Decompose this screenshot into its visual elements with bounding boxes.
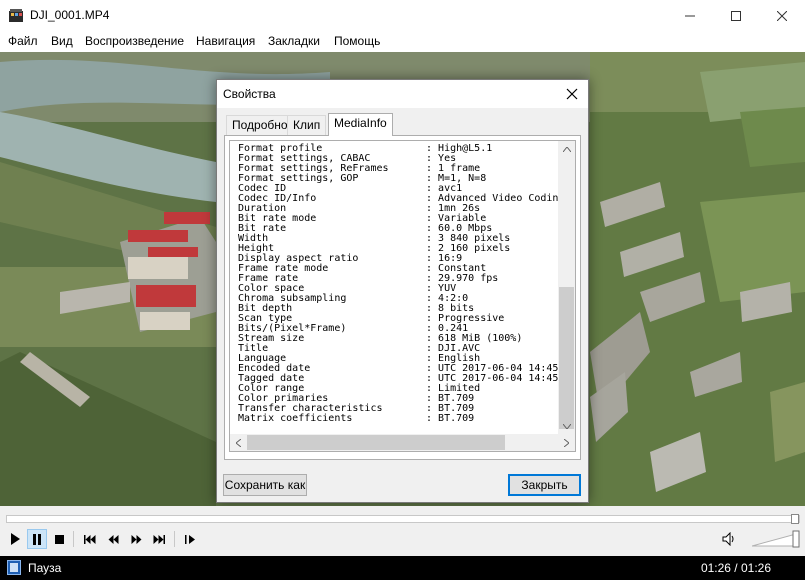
mediainfo-value: BT.709	[438, 413, 475, 424]
scroll-down-icon[interactable]	[558, 418, 575, 435]
rewind-button[interactable]	[103, 529, 123, 549]
mediainfo-row: Width: 3 840 pixels	[238, 234, 571, 244]
frame-step-icon	[184, 534, 195, 544]
skip-back-icon	[84, 534, 96, 544]
menu-help[interactable]: Помощь	[334, 34, 380, 48]
vertical-scrollbar[interactable]	[558, 141, 575, 435]
vertical-scroll-thumb[interactable]	[559, 287, 574, 429]
volume-thumb	[792, 530, 800, 548]
menu-navigation[interactable]: Навигация	[196, 34, 255, 48]
mediainfo-key: Matrix coefficients	[238, 413, 353, 424]
mediainfo-textbox[interactable]: Format profile: High@L5.1 Format settings…	[229, 140, 576, 452]
separator	[73, 531, 74, 547]
dialog-close-button[interactable]	[566, 84, 578, 105]
rewind-icon	[108, 534, 118, 544]
status-bar: Пауза 01:26 / 01:26	[0, 556, 805, 580]
mediainfo-row: Codec ID/Info: Advanced Video Coding	[238, 194, 571, 204]
volume-icon	[722, 532, 734, 546]
scroll-up-icon[interactable]	[558, 141, 575, 158]
dialog-title: Свойства	[223, 87, 276, 101]
menu-file[interactable]: Файл	[8, 34, 38, 48]
volume-slider[interactable]	[752, 530, 800, 548]
close-dialog-button[interactable]: Закрыть	[508, 474, 581, 496]
mediainfo-separator: :	[426, 413, 439, 424]
stop-button[interactable]	[49, 529, 69, 549]
menu-bar: Файл Вид Воспроизведение Навигация Закла…	[0, 31, 805, 52]
scroll-left-icon[interactable]	[230, 434, 247, 451]
scroll-right-icon[interactable]	[558, 434, 575, 451]
properties-dialog: Свойства Подробно Клип MediaInfo Format …	[216, 79, 589, 503]
mediainfo-row: Format settings, GOP: M=1, N=8	[238, 174, 571, 184]
mediainfo-row: Stream size: 618 MiB (100%)	[238, 334, 571, 344]
playback-state: Пауза	[28, 561, 62, 575]
mediainfo-panel: Format profile: High@L5.1 Format settings…	[224, 135, 581, 460]
maximize-button[interactable]	[713, 0, 759, 31]
menu-playback[interactable]: Воспроизведение	[85, 34, 184, 48]
window-title: DJI_0001.MP4	[30, 8, 110, 22]
pause-button[interactable]	[27, 529, 47, 549]
skip-forward-icon	[153, 534, 165, 544]
app-icon	[9, 9, 23, 22]
mute-button[interactable]	[719, 529, 739, 549]
play-button[interactable]	[5, 529, 25, 549]
tab-clip[interactable]: Клип	[287, 115, 327, 135]
mediainfo-row: Title: DJI.AVC	[238, 344, 571, 354]
skip-forward-button[interactable]	[149, 529, 169, 549]
frame-step-button[interactable]	[180, 529, 200, 549]
playback-controls	[0, 506, 805, 556]
close-icon	[777, 10, 787, 21]
seek-bar[interactable]	[6, 514, 800, 524]
mediainfo-text: Format profile: High@L5.1 Format settings…	[238, 144, 571, 424]
pause-icon	[33, 533, 41, 545]
tab-details[interactable]: Подробно	[226, 115, 294, 135]
skip-back-button[interactable]	[80, 529, 100, 549]
play-icon	[11, 533, 20, 545]
playback-time: 01:26 / 01:26	[700, 561, 771, 575]
close-icon	[566, 88, 578, 100]
minimize-button[interactable]	[667, 0, 713, 31]
horizontal-scroll-thumb[interactable]	[247, 435, 505, 450]
horizontal-scrollbar[interactable]	[230, 434, 575, 451]
tab-mediainfo[interactable]: MediaInfo	[328, 113, 393, 136]
fast-forward-icon	[131, 534, 141, 544]
seek-thumb[interactable]	[791, 514, 799, 524]
separator	[174, 531, 175, 547]
maximize-icon	[731, 10, 741, 21]
title-bar: DJI_0001.MP4	[0, 0, 805, 31]
save-as-button[interactable]: Сохранить как	[223, 474, 307, 496]
close-button[interactable]	[759, 0, 805, 31]
status-icon	[7, 560, 21, 575]
mediainfo-row: Matrix coefficients: BT.709	[238, 414, 571, 424]
mediainfo-row: Bit rate: 60.0 Mbps	[238, 224, 571, 234]
stop-icon	[54, 534, 64, 544]
fast-forward-button[interactable]	[126, 529, 146, 549]
mediainfo-row: Bit rate mode: Variable	[238, 214, 571, 224]
dialog-title-bar: Свойства	[217, 80, 588, 108]
menu-bookmarks[interactable]: Закладки	[268, 34, 320, 48]
minimize-icon	[685, 15, 695, 16]
menu-view[interactable]: Вид	[51, 34, 73, 48]
